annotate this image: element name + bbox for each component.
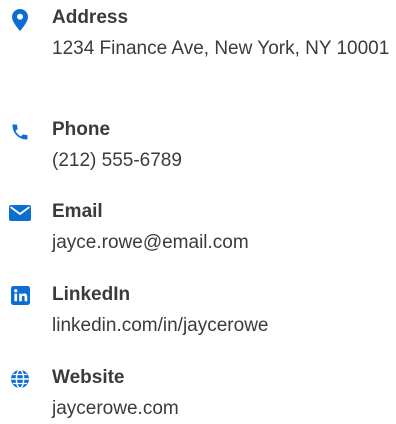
envelope-icon [8,205,32,229]
phone-icon [8,122,32,146]
linkedin-value[interactable]: linkedin.com/in/jaycerowe [52,310,392,341]
linkedin-icon [8,286,32,310]
location-pin-icon [8,9,32,33]
phone-text: Phone (212) 555-6789 [52,118,392,176]
address-label: Address [52,7,129,28]
phone-value[interactable]: (212) 555-6789 [52,145,392,176]
address-value: 1234 Finance Ave, New York, NY 10001 [52,38,390,59]
globe-icon [8,369,32,393]
phone-label: Phone [52,119,111,140]
email-text: Email jayce.rowe@email.com [52,200,392,258]
address-text: Address 1234 Finance Ave, New York, NY 1… [52,6,392,64]
website-value[interactable]: jaycerowe.com [52,393,392,424]
website-text: Website jaycerowe.com [52,366,392,424]
email-label: Email [52,201,103,222]
linkedin-text: LinkedIn linkedin.com/in/jaycerowe [52,283,392,341]
email-value[interactable]: jayce.rowe@email.com [52,227,392,258]
phone-value-text[interactable]: (212) 555-6789 [52,150,182,171]
website-label: Website [52,367,125,388]
linkedin-label: LinkedIn [52,284,131,305]
